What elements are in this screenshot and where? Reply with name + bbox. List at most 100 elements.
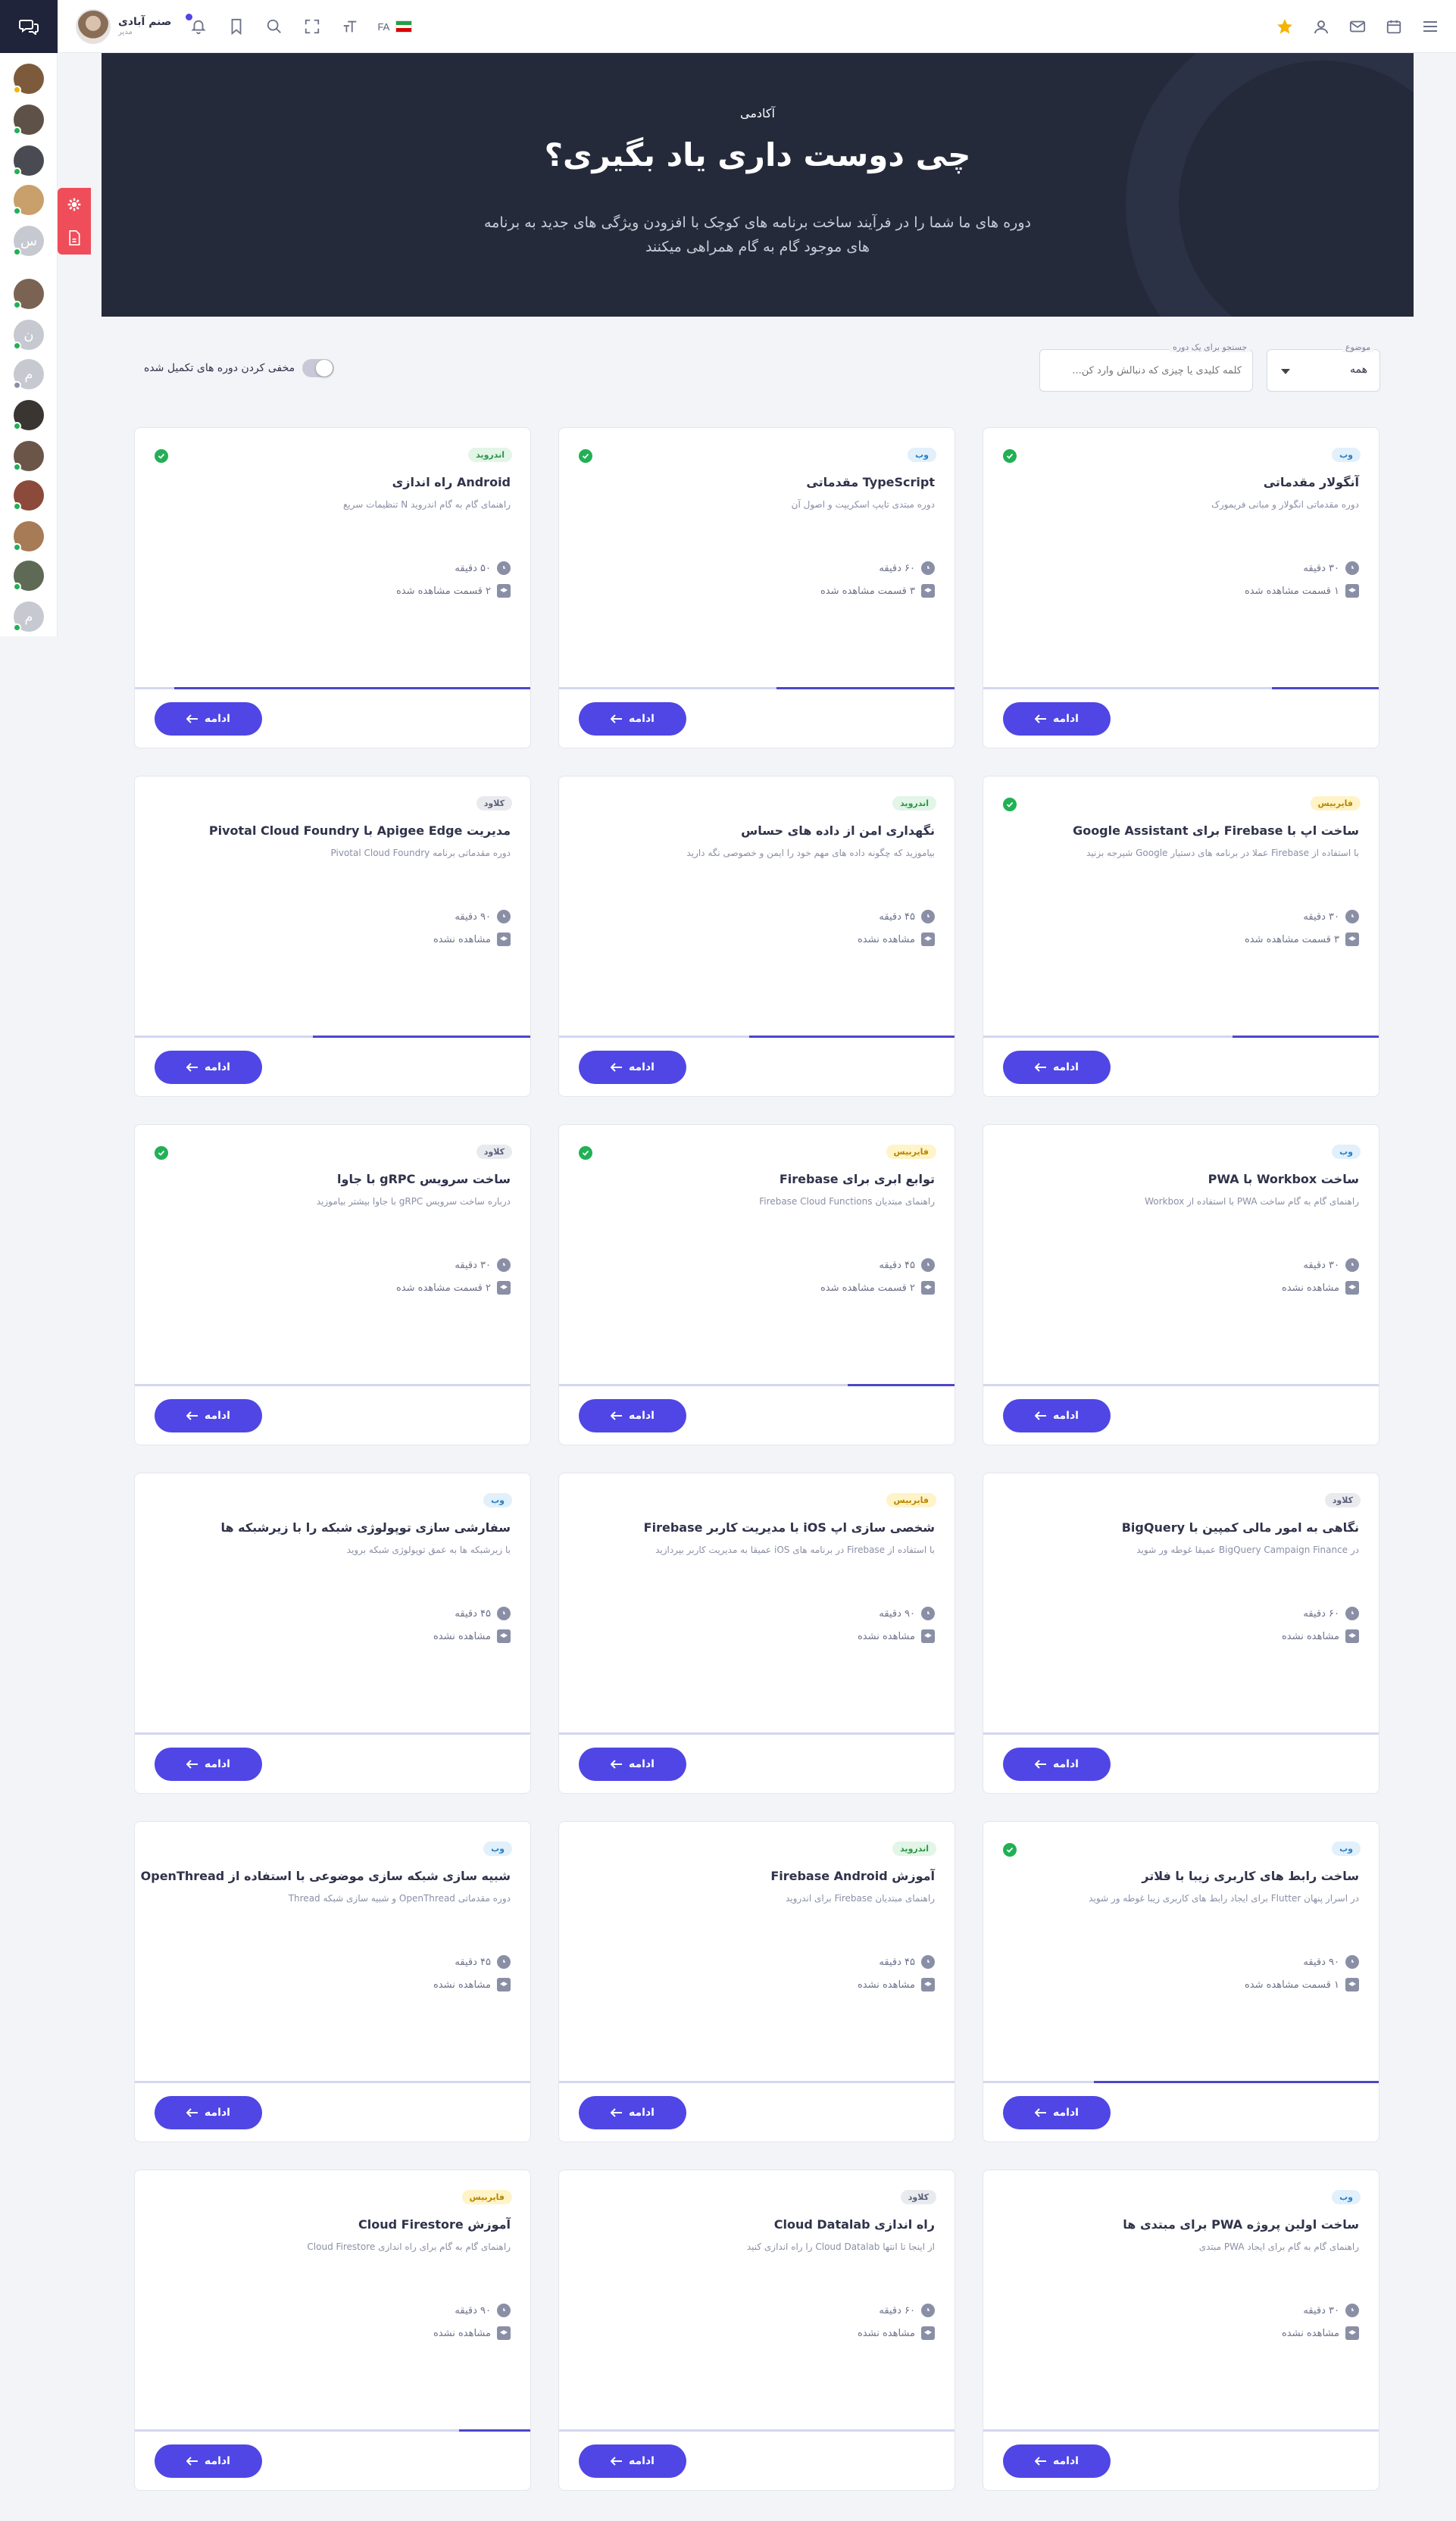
contacts-button[interactable] (1311, 16, 1332, 37)
continue-button[interactable]: ادامه (1003, 2096, 1111, 2129)
continue-button[interactable]: ادامه (1003, 1051, 1111, 1084)
course-card[interactable]: کلاود مدیریت Apigee Edge با Pivotal Cloud… (134, 776, 531, 1097)
continue-button[interactable]: ادامه (579, 2444, 686, 2478)
course-card[interactable]: وب شبیه سازی شبکه سازی موضوعی با استفاده … (134, 1821, 531, 2142)
contact-avatar[interactable] (13, 561, 44, 591)
iran-flag-icon (395, 20, 413, 33)
fullscreen-button[interactable] (302, 16, 323, 37)
course-card[interactable]: وب سفارشی سازی توپولوژی شبکه را با زیرشبک… (134, 1473, 531, 1794)
course-card[interactable]: کلاود نگاهی به امور مالی کمپین با BigQuer… (983, 1473, 1379, 1794)
course-card[interactable]: فایربیس ساخت اپ با Firebase برای Google A… (983, 776, 1379, 1097)
contact-avatar[interactable] (13, 145, 44, 176)
completed-check-icon (155, 449, 168, 463)
course-card-body: وب ساخت Workbox با PWA راهنمای گام به گام … (983, 1125, 1379, 1387)
continue-button[interactable]: ادامه (1003, 1748, 1111, 1781)
topic-select[interactable]: همه (1267, 349, 1380, 392)
continue-button[interactable]: ادامه (579, 2096, 686, 2129)
course-progress-fill (1094, 2081, 1379, 2083)
course-card[interactable]: کلاود ساخت سرویس gRPC با جاوا درباره ساخت … (134, 1124, 531, 1445)
course-progress-bar (559, 2429, 955, 2432)
course-status-text: مشاهده نشده (1282, 2327, 1339, 2339)
continue-button[interactable]: ادامه (1003, 2444, 1111, 2478)
completed-check-icon (1003, 1843, 1017, 1857)
course-card[interactable]: فایربیس شخصی سازی اپ iOS با مدیریت کاربر … (558, 1473, 955, 1794)
search-button[interactable] (264, 16, 285, 37)
course-duration: ۵۰ دقیقه (455, 561, 511, 575)
course-card[interactable]: اندروید Android راه اندازی راهنمای گام به … (134, 427, 531, 748)
continue-button[interactable]: ادامه (155, 2444, 262, 2478)
contact-avatar[interactable] (13, 521, 44, 551)
contact-avatar[interactable] (13, 441, 44, 471)
hide-completed-toggle[interactable] (302, 359, 335, 377)
language-selector[interactable]: FA (377, 20, 413, 33)
continue-button[interactable]: ادامه (1003, 1399, 1111, 1432)
course-card[interactable]: اندروید نگهداری امن از داده های حساس بیامو… (558, 776, 955, 1097)
contact-avatar[interactable] (13, 64, 44, 94)
course-title: سفارشی سازی توپولوژی شبکه را با زیرشبکه … (220, 1520, 511, 1535)
chat-toggle-button[interactable] (0, 0, 58, 53)
course-card[interactable]: وب ساخت رابط های کاربری زیبا با فلاتر در ا… (983, 1821, 1379, 2142)
course-card[interactable]: وب TypeScript مقدماتی دوره مبتدی تایپ اسکر… (558, 427, 955, 748)
contact-avatar[interactable]: س (13, 226, 44, 256)
course-description: بیاموزید که چگونه داده های مهم خود را ای… (686, 848, 935, 858)
user-avatar[interactable] (76, 9, 111, 44)
contact-avatar[interactable] (13, 480, 44, 511)
course-title: آموزش Cloud Firestore (358, 2217, 511, 2232)
course-duration: ۶۰ دقیقه (879, 561, 935, 575)
course-card[interactable]: وب ساخت Workbox با PWA راهنمای گام به گام … (983, 1124, 1379, 1445)
bookmarks-button[interactable] (226, 16, 247, 37)
course-search[interactable] (1039, 349, 1253, 392)
course-title: ساخت اولین پروژه PWA برای مبتدی ها (1123, 2217, 1359, 2232)
contact-avatar[interactable]: م (13, 359, 44, 389)
course-category-badge: فایربیس (1310, 796, 1361, 811)
course-description: راهنمای گام به گام برای راه اندازی Cloud… (307, 2241, 511, 2252)
continue-button[interactable]: ادامه (155, 2096, 262, 2129)
contact-avatar[interactable] (13, 105, 44, 135)
contact-avatar[interactable]: ن (13, 320, 44, 350)
contact-avatar[interactable]: م (13, 601, 44, 632)
course-status-text: مشاهده نشده (858, 1979, 915, 1991)
contact-avatar[interactable] (13, 279, 44, 309)
course-category-badge: وب (908, 448, 936, 462)
notifications-button[interactable] (186, 14, 209, 37)
course-description: راهنمای گام به گام برای ایجاد PWA مبتدی (1198, 2241, 1359, 2252)
course-card[interactable]: وب آنگولار مقدماتی دوره مقدماتی انگولار و … (983, 427, 1379, 748)
continue-button[interactable]: ادامه (579, 1748, 686, 1781)
continue-button[interactable]: ادامه (155, 1748, 262, 1781)
course-duration-text: ۹۰ دقیقه (879, 1607, 915, 1620)
continue-button[interactable]: ادامه (579, 702, 686, 736)
course-card[interactable]: وب ساخت اولین پروژه PWA برای مبتدی ها راهن… (983, 2170, 1379, 2491)
course-category-badge: وب (1332, 1842, 1361, 1856)
fullscreen-icon (305, 19, 320, 34)
course-category-badge: وب (1332, 448, 1361, 462)
arrow-left-icon (1035, 1760, 1047, 1769)
menu-button[interactable] (1420, 16, 1441, 37)
course-card[interactable]: فایربیس آموزش Cloud Firestore راهنمای گام … (134, 2170, 531, 2491)
continue-button[interactable]: ادامه (579, 1051, 686, 1084)
course-card[interactable]: کلاود راه اندازی Cloud Datalab از اینجا تا… (558, 2170, 955, 2491)
continue-button[interactable]: ادامه (1003, 702, 1111, 736)
completed-check-icon (1003, 798, 1017, 811)
calendar-button[interactable] (1383, 16, 1404, 37)
continue-button[interactable]: ادامه (155, 702, 262, 736)
font-size-button[interactable] (339, 16, 361, 37)
course-category-badge: کلاود (476, 796, 512, 811)
continue-button[interactable]: ادامه (155, 1051, 262, 1084)
contact-avatar[interactable] (13, 185, 44, 215)
course-progress-status: مشاهده نشده (433, 1629, 511, 1643)
user-menu[interactable]: صنم آبادی مدیر (76, 9, 171, 44)
contact-avatar[interactable] (13, 400, 44, 430)
continue-button[interactable]: ادامه (155, 1399, 262, 1432)
course-card[interactable]: فایربیس توابع ابری برای Firebase راهنمای م… (558, 1124, 955, 1445)
course-search-input[interactable] (1040, 350, 1252, 391)
course-progress-bar (135, 1732, 530, 1735)
course-card-body: وب ساخت رابط های کاربری زیبا با فلاتر در ا… (983, 1822, 1379, 2084)
course-duration-text: ۹۰ دقیقه (455, 2304, 491, 2316)
course-card[interactable]: اندروید آموزش Firebase Android راهنمای مبت… (558, 1821, 955, 2142)
continue-button[interactable]: ادامه (579, 1399, 686, 1432)
graduation-cap-icon (921, 1629, 935, 1643)
pdf-button[interactable] (58, 221, 91, 255)
mail-button[interactable] (1347, 16, 1368, 37)
settings-button[interactable] (58, 188, 91, 221)
favorites-button[interactable] (1274, 16, 1295, 37)
